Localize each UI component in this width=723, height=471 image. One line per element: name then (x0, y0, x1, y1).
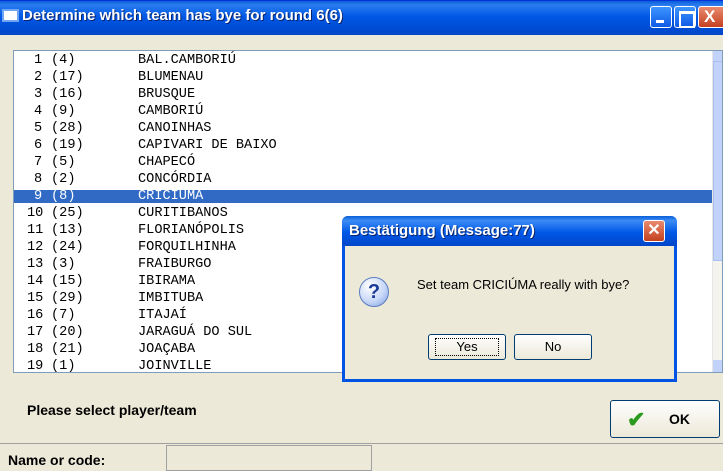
window-titlebar[interactable]: Determine which team has bye for round 6… (0, 0, 723, 35)
list-item-num: 15 (27, 291, 44, 306)
list-item[interactable]: 7 (5) CHAPECÓ (14, 155, 714, 170)
list-item-num: 14 (27, 274, 44, 289)
list-item-name: BRUSQUE (138, 87, 196, 102)
dialog-title: Bestätigung (Message:77) (349, 222, 535, 239)
list-item-num: 17 (27, 325, 44, 340)
list-item-name: JOAÇABA (138, 342, 196, 357)
list-item[interactable]: 2 (17) BLUMENAU (14, 70, 714, 85)
list-item-code: (4) (51, 53, 76, 68)
list-item-name: CRICIÚMA (138, 189, 204, 204)
list-item-num: 13 (27, 257, 44, 272)
list-item-num: 8 (34, 172, 43, 187)
list-item-name: CURITIBANOS (138, 206, 228, 221)
list-item-code: (3) (51, 257, 76, 272)
list-item-num: 11 (27, 223, 44, 238)
close-button[interactable] (698, 6, 723, 28)
list-item[interactable]: 6 (19) CAPIVARI DE BAIXO (14, 138, 714, 153)
list-item-code: (2) (51, 172, 76, 187)
list-item-name: ITAJAÍ (138, 308, 187, 323)
list-item-code: (15) (51, 274, 84, 289)
list-item-code: (8) (51, 189, 76, 204)
scroll-down-arrow[interactable] (713, 360, 722, 372)
list-item-code: (19) (51, 138, 84, 153)
list-item-name: CHAPECÓ (138, 155, 196, 170)
list-item-name: CONCÓRDIA (138, 172, 212, 187)
list-item-name: BLUMENAU (138, 70, 204, 85)
list-item-num: 12 (27, 240, 44, 255)
ok-label: OK (669, 411, 690, 427)
list-item-code: (24) (51, 240, 84, 255)
list-item[interactable]: 9 (8) CRICIÚMA (14, 190, 714, 203)
list-item-code: (29) (51, 291, 84, 306)
name-or-code-label: Name or code: (8, 452, 106, 468)
list-item-num: 7 (34, 155, 43, 170)
yes-label: Yes (435, 338, 499, 356)
yes-button[interactable]: Yes (428, 334, 506, 360)
list-item[interactable]: 1 (4) BAL.CAMBORIÚ (14, 53, 714, 68)
scroll-thumb[interactable] (713, 61, 722, 261)
list-item-code: (1) (51, 359, 76, 373)
list-item-code: (28) (51, 121, 84, 136)
list-scrollbar[interactable] (712, 51, 722, 372)
checkmark-icon: ✔ (627, 407, 646, 432)
list-item[interactable]: 4 (9) CAMBORIÚ (14, 104, 714, 119)
minimize-button[interactable] (650, 6, 672, 28)
select-prompt: Please select player/team (27, 402, 197, 418)
list-item-code: (13) (51, 223, 84, 238)
list-item-code: (16) (51, 87, 84, 102)
question-icon: ? (359, 277, 389, 307)
list-item-num: 5 (34, 121, 43, 136)
list-item-num: 19 (27, 359, 44, 373)
list-item-code: (20) (51, 325, 84, 340)
list-item-name: IBIRAMA (138, 274, 196, 289)
list-item-name: JARAGUÁ DO SUL (138, 325, 253, 340)
list-item[interactable]: 5 (28) CANOINHAS (14, 121, 714, 136)
window-title: Determine which team has bye for round 6… (22, 7, 343, 24)
list-item[interactable]: 3 (16) BRUSQUE (14, 87, 714, 102)
list-item-num: 6 (34, 138, 43, 153)
no-button[interactable]: No (514, 334, 592, 360)
list-item-name: CANOINHAS (138, 121, 212, 136)
list-item-code: (9) (51, 104, 76, 119)
list-item-name: FLORIANÓPOLIS (138, 223, 245, 238)
list-item-code: (25) (51, 206, 84, 221)
window-icon (2, 9, 19, 22)
list-item-name: CAMBORIÚ (138, 104, 204, 119)
list-item-num: 10 (27, 206, 44, 221)
list-item-name: FORQUILHINHA (138, 240, 236, 255)
ok-button[interactable]: ✔ OK (610, 400, 720, 438)
list-item-name: FRAIBURGO (138, 257, 212, 272)
name-or-code-input[interactable] (166, 445, 372, 471)
list-item-num: 3 (34, 87, 43, 102)
list-item-num: 18 (27, 342, 44, 357)
list-item-num: 4 (34, 104, 43, 119)
maximize-button[interactable] (674, 6, 696, 28)
list-item-name: BAL.CAMBORIÚ (138, 53, 236, 68)
list-item-num: 9 (34, 189, 43, 204)
list-item-code: (7) (51, 308, 76, 323)
dialog-close-button[interactable]: ✕ (643, 220, 665, 242)
list-item-name: IMBITUBA (138, 291, 204, 306)
list-item-name: JOINVILLE (138, 359, 212, 373)
list-item[interactable]: 8 (2) CONCÓRDIA (14, 172, 714, 187)
divider (0, 443, 723, 444)
dialog-titlebar[interactable]: Bestätigung (Message:77) ✕ (342, 216, 677, 246)
list-item-num: 2 (34, 70, 43, 85)
list-item-num: 1 (34, 53, 43, 68)
list-item-code: (17) (51, 70, 84, 85)
list-item-name: CAPIVARI DE BAIXO (138, 138, 277, 153)
list-item-num: 16 (27, 308, 44, 323)
dialog-message: Set team CRICIÚMA really with bye? (417, 277, 630, 292)
list-item-code: (21) (51, 342, 84, 357)
no-label: No (544, 339, 562, 354)
confirmation-dialog: Bestätigung (Message:77) ✕ ? Set team CR… (342, 216, 677, 382)
list-item-code: (5) (51, 155, 76, 170)
